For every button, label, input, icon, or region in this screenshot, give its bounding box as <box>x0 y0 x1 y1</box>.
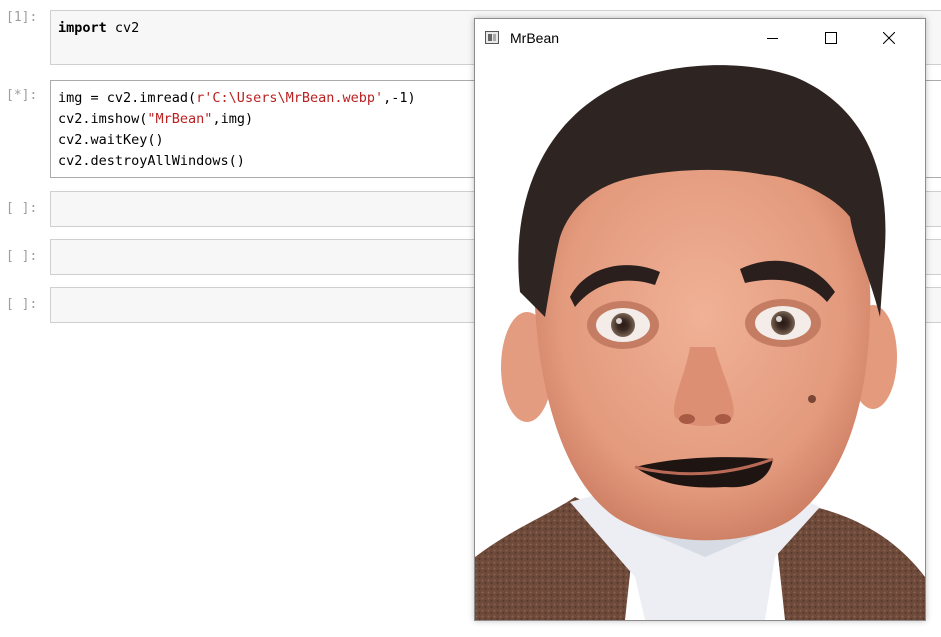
minimize-button[interactable] <box>750 19 796 57</box>
maximize-icon <box>825 32 837 44</box>
window-titlebar[interactable]: MrBean <box>475 19 925 57</box>
cell-prompt: [ ]: <box>6 201 38 216</box>
app-icon <box>485 31 499 44</box>
cell-prompt: [1]: <box>6 10 38 25</box>
close-button[interactable] <box>866 19 912 57</box>
cell-prompt: [*]: <box>6 88 38 103</box>
close-icon <box>883 32 895 44</box>
window-title: MrBean <box>510 30 560 46</box>
image-window[interactable]: MrBean <box>474 18 926 621</box>
image-canvas <box>475 57 925 620</box>
mrbean-photo <box>475 65 925 620</box>
maximize-button[interactable] <box>808 19 854 57</box>
cell-prompt: [ ]: <box>6 249 38 264</box>
cell-prompt: [ ]: <box>6 297 38 312</box>
minimize-icon <box>767 38 778 39</box>
